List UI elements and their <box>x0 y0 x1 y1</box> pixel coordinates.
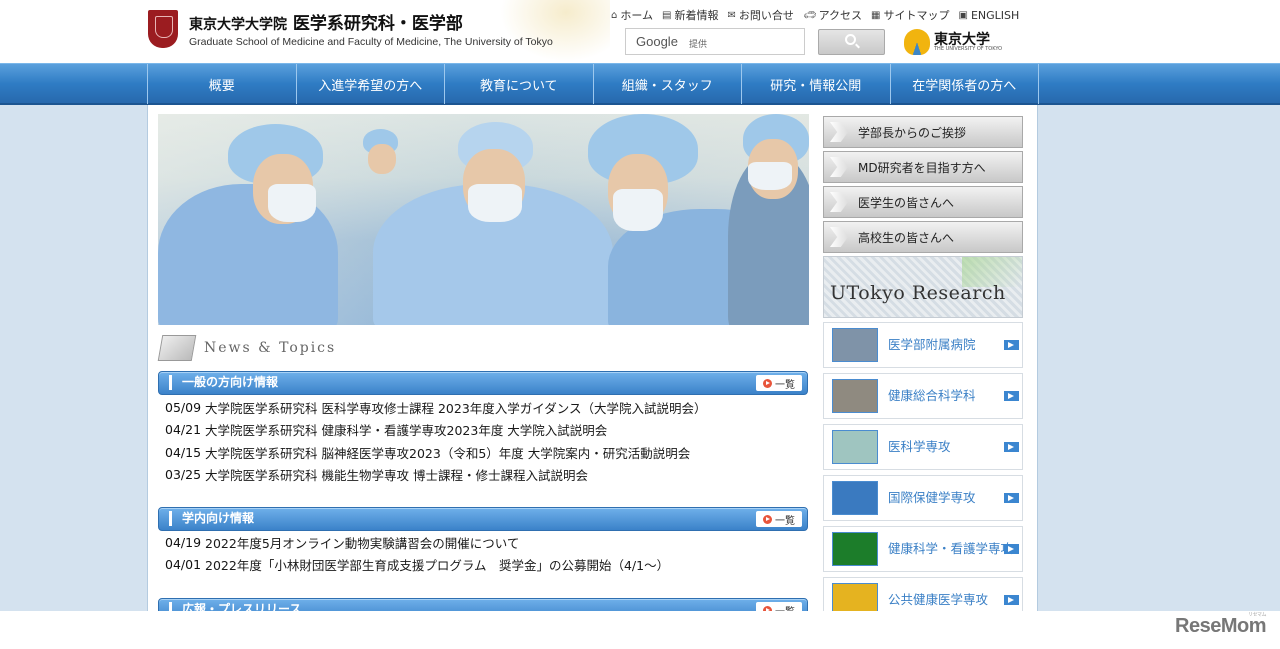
more-button[interactable]: 一覧 <box>756 511 802 527</box>
site-title-main: 医学系研究科・医学部 <box>292 14 463 34</box>
arrow-right-icon <box>1004 493 1019 503</box>
utokyo-logo-subtext: THE UNIVERSITY OF TOKYO <box>934 45 1003 52</box>
section-bar-general: 一般の方向け情報 一覧 <box>158 371 808 395</box>
site-title-prefix: 東京大学大学院 <box>189 17 287 33</box>
building-icon <box>832 379 878 413</box>
ginkgo-icon <box>904 29 930 55</box>
newspaper-icon <box>157 335 197 361</box>
cell-image-icon <box>832 532 878 566</box>
sidebar: 学部長からのご挨拶 MD研究者を目指す方へ 医学生の皆さんへ 高校生の皆さんへ … <box>819 116 1027 628</box>
dept-link-medical-science[interactable]: 医科学専攻 <box>823 424 1023 470</box>
list-item[interactable]: 05/09 大学院医学系研究科 医科学専攻修士課程 2023年度入学ガイダンス（大… <box>165 396 805 419</box>
sidebar-button-dean-message[interactable]: 学部長からのご挨拶 <box>823 116 1023 148</box>
dept-link-nursing[interactable]: 健康科学・看護学専攻 <box>823 526 1023 572</box>
chevron-right-icon <box>830 122 848 142</box>
chevron-right-icon <box>830 227 848 247</box>
section-bar-internal: 学内向け情報 一覧 <box>158 507 808 531</box>
search-brand-sub: 提供 <box>689 40 708 50</box>
utokyo-logo[interactable]: 東京大学 THE UNIVERSITY OF TOKYO <box>904 29 1002 55</box>
search-brand: Google <box>636 34 678 49</box>
news-list-general: 05/09 大学院医学系研究科 医科学専攻修士課程 2023年度入学ガイダンス（大… <box>165 396 805 486</box>
arrow-circle-icon <box>763 514 772 524</box>
chevron-right-icon <box>830 192 848 212</box>
university-crest-logo[interactable] <box>148 10 178 48</box>
util-link-access[interactable]: 🚗︎ アクセス <box>803 7 862 23</box>
site-title[interactable]: 東京大学大学院 医学系研究科・医学部 <box>189 9 463 34</box>
main-nav: 概要 入進学希望の方へ 教育について 組織・スタッフ 研究・情報公開 在学関係者… <box>0 63 1280 105</box>
utility-links: ⌂ ホーム ▤ 新着情報 ✉ お問い合せ 🚗︎ アクセス ▦ サイトマップ ▣ ENGLIS… <box>611 7 1019 23</box>
list-item[interactable]: 03/25 大学院医学系研究科 機能生物学専攻 博士課程・修士課程入試説明会 <box>165 464 805 487</box>
utokyo-logo-text: 東京大学 <box>934 31 990 48</box>
nav-item-education[interactable]: 教育について <box>445 64 594 104</box>
language-icon: ▣ <box>958 9 968 21</box>
list-item[interactable]: 04/19 2022年度5月オンライン動物実験講習会の開催について <box>165 531 805 554</box>
nav-item-current-students[interactable]: 在学関係者の方へ <box>891 64 1039 104</box>
arrow-circle-icon <box>763 378 772 388</box>
news-list-internal: 04/19 2022年度5月オンライン動物実験講習会の開催について 04/01 20… <box>165 531 805 576</box>
main-content: News & Topics 一般の方向け情報 一覧 05/09 大学院医学系研究科… <box>147 105 1038 623</box>
resemom-watermark: ReseMom リセマム <box>1175 612 1266 637</box>
sidebar-button-high-school[interactable]: 高校生の皆さんへ <box>823 221 1023 253</box>
list-item[interactable]: 04/21 大学院医学系研究科 健康科学・看護学専攻2023年度 大学院入試説明会 <box>165 419 805 442</box>
search-icon <box>845 34 856 45</box>
dept-link-international-health[interactable]: 国際保健学専攻 <box>823 475 1023 521</box>
search-button[interactable] <box>818 29 885 55</box>
sidebar-button-md-researcher[interactable]: MD研究者を目指す方へ <box>823 151 1023 183</box>
home-icon: ⌂ <box>611 9 618 21</box>
car-icon: 🚗︎ <box>802 9 816 21</box>
util-link-sitemap[interactable]: ▦ サイトマップ <box>871 7 949 23</box>
news-title: News & Topics <box>204 340 337 356</box>
util-link-contact[interactable]: ✉ お問い合せ <box>727 7 793 23</box>
people-icon <box>832 430 878 464</box>
nav-item-organization[interactable]: 組織・スタッフ <box>594 64 742 104</box>
research-banner-text: UTokyo Research <box>830 282 1006 304</box>
nav-item-overview[interactable]: 概要 <box>148 64 297 104</box>
util-link-home[interactable]: ⌂ ホーム <box>611 7 653 23</box>
nav-item-admissions[interactable]: 入進学希望の方へ <box>297 64 445 104</box>
chevron-right-icon <box>830 157 848 177</box>
sih-logo-icon <box>832 481 878 515</box>
nav-item-research[interactable]: 研究・情報公開 <box>742 64 891 104</box>
section-title: 学内向け情報 <box>169 511 254 526</box>
util-link-news[interactable]: ▤ 新着情報 <box>662 7 718 23</box>
list-item[interactable]: 04/01 2022年度「小林財団医学部生育成支援プログラム 奨学金」の公募開始（… <box>165 554 805 577</box>
building-icon <box>832 328 878 362</box>
arrow-right-icon <box>1004 595 1019 605</box>
dept-link-hospital[interactable]: 医学部附属病院 <box>823 322 1023 368</box>
more-button[interactable]: 一覧 <box>756 375 802 391</box>
util-link-english[interactable]: ▣ ENGLISH <box>958 7 1019 23</box>
list-item[interactable]: 04/15 大学院医学系研究科 脳神経医学専攻2023（令和5）年度 大学院案内・… <box>165 441 805 464</box>
sitemap-icon: ▦ <box>871 9 881 21</box>
search-input[interactable]: Google 提供 <box>625 28 805 55</box>
arrow-right-icon <box>1004 544 1019 554</box>
dept-link-health-sciences[interactable]: 健康総合科学科 <box>823 373 1023 419</box>
utokyo-research-banner[interactable]: UTokyo Research <box>823 256 1023 318</box>
arrow-right-icon <box>1004 442 1019 452</box>
hero-image <box>158 114 809 325</box>
page-bottom: ReseMom リセマム <box>0 611 1280 649</box>
arrow-right-icon <box>1004 340 1019 350</box>
document-icon: ▤ <box>662 9 672 21</box>
section-title: 一般の方向け情報 <box>169 375 278 390</box>
news-header: News & Topics <box>157 335 337 361</box>
site-header: 東京大学大学院 医学系研究科・医学部 Graduate School of Me… <box>0 0 1280 63</box>
sidebar-button-medical-students[interactable]: 医学生の皆さんへ <box>823 186 1023 218</box>
mail-icon: ✉ <box>727 9 736 21</box>
arrow-right-icon <box>1004 391 1019 401</box>
site-title-en: Graduate School of Medicine and Faculty … <box>189 36 553 48</box>
header-decoration <box>500 0 610 62</box>
